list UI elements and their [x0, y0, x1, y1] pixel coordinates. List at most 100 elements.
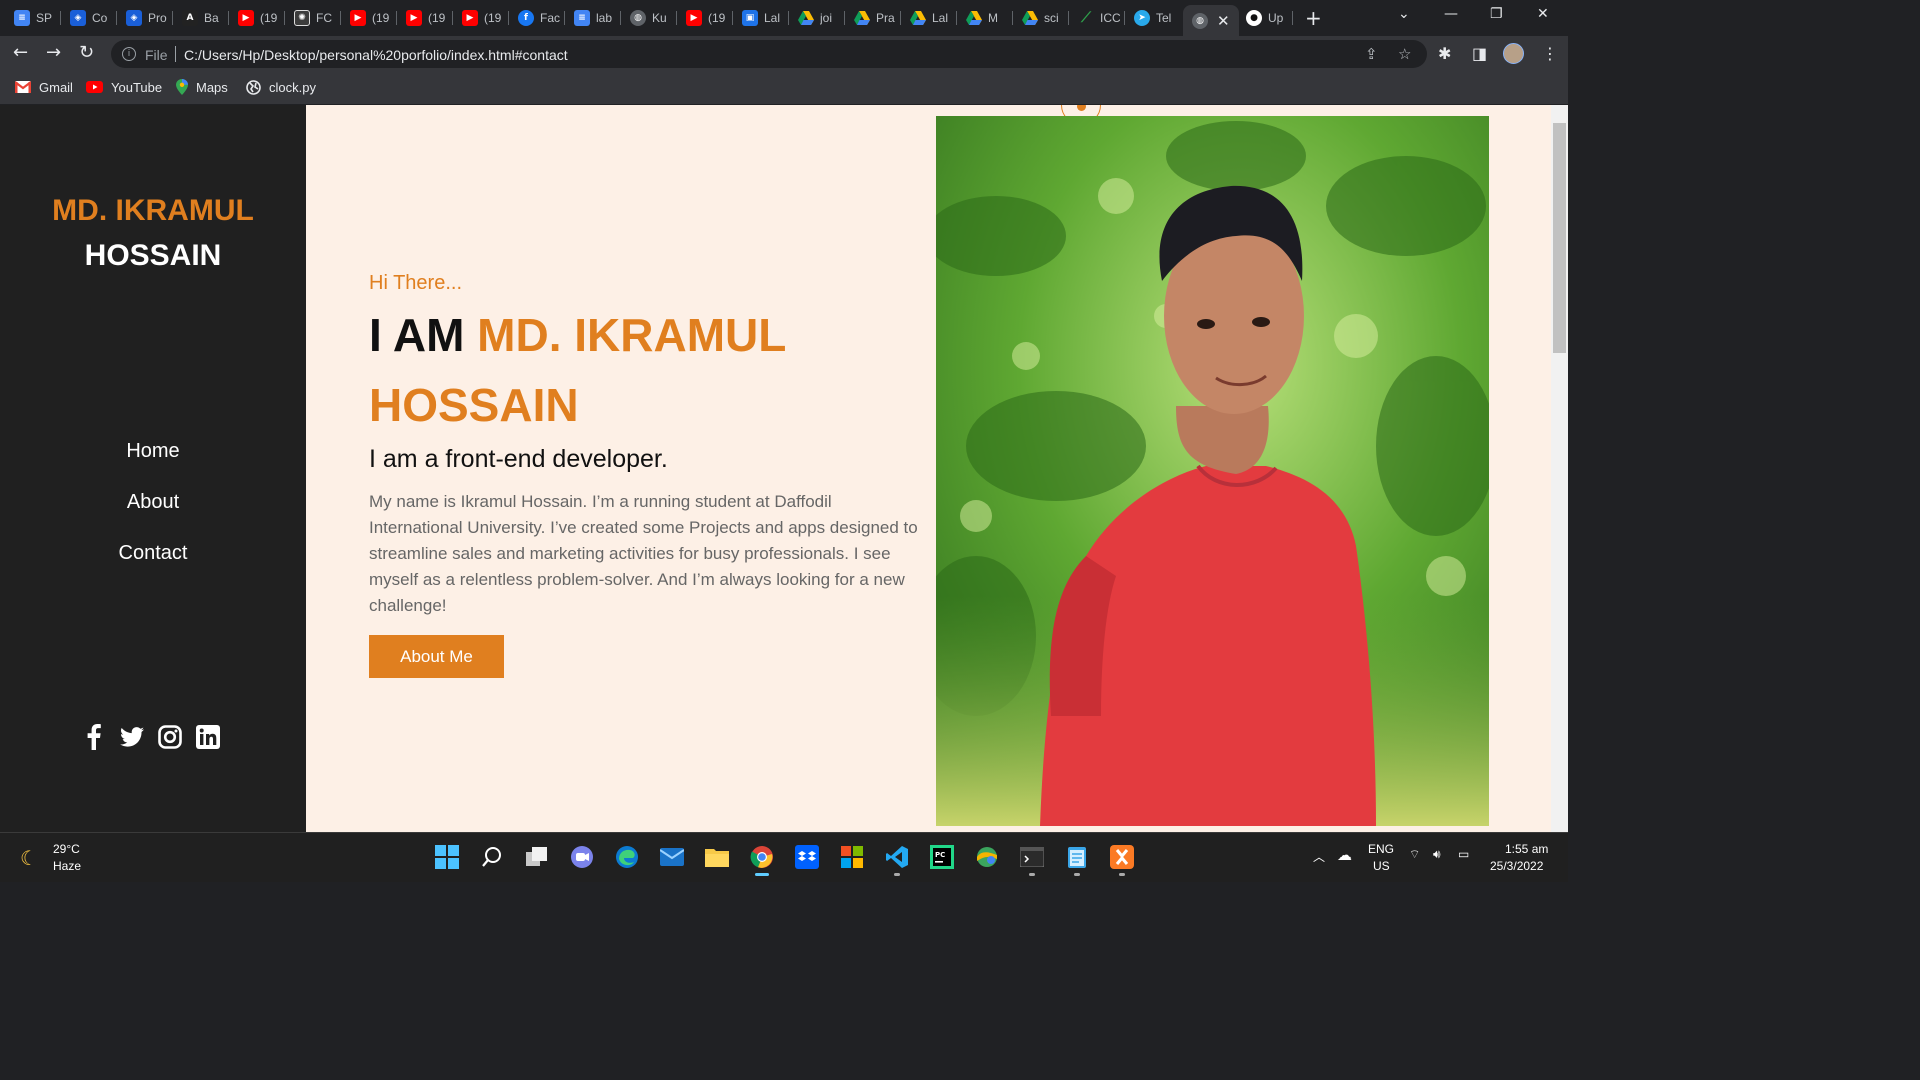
browser-tab[interactable]: ▣ Lal: [733, 5, 789, 31]
dropbox-icon[interactable]: [794, 844, 820, 870]
minimize-button[interactable]: —: [1444, 6, 1458, 22]
vscode-icon[interactable]: [884, 844, 910, 876]
browser-tab[interactable]: f Fac: [509, 5, 565, 31]
bio-paragraph: My name is Ikramul Hossain. I’m a runnin…: [369, 492, 918, 615]
browser-tab[interactable]: ● Up: [1237, 5, 1293, 31]
forward-button[interactable]: →: [46, 42, 61, 63]
headline-prefix: I AM: [369, 309, 478, 361]
page-scrollbar[interactable]: [1551, 105, 1568, 832]
bookmark-gmail[interactable]: Gmail: [15, 79, 73, 95]
battery-icon[interactable]: ▭: [1458, 847, 1469, 861]
menu-kebab-icon[interactable]: ⋮: [1542, 44, 1558, 63]
back-button[interactable]: ←: [13, 42, 28, 63]
browser-tab[interactable]: ▶ (19: [677, 5, 733, 31]
bookmark-youtube[interactable]: YouTube: [86, 79, 162, 95]
scrollbar-thumb[interactable]: [1553, 123, 1566, 353]
browser-tab[interactable]: ▶ (19: [397, 5, 453, 31]
youtube-icon: ▶: [238, 10, 254, 26]
nav-contact[interactable]: Contact: [0, 542, 306, 565]
xampp-icon[interactable]: [1109, 844, 1135, 876]
browser-tab[interactable]: ➤ Tel: [1125, 5, 1181, 31]
atcoder-icon: A: [182, 10, 198, 26]
browser-tab[interactable]: Pra: [845, 5, 901, 31]
close-window-button[interactable]: ✕: [1537, 6, 1549, 22]
profile-avatar[interactable]: [1503, 43, 1524, 64]
openai-icon: ✺: [294, 10, 310, 26]
language-secondary[interactable]: US: [1373, 859, 1390, 873]
edge-icon[interactable]: [614, 844, 640, 870]
browser-tab[interactable]: ✺ FC: [285, 5, 341, 31]
about-me-button[interactable]: About Me: [369, 635, 504, 678]
sidebar: MD. IKRAMUL HOSSAIN Home About Contact: [0, 105, 306, 832]
notepad-icon[interactable]: [1064, 844, 1090, 876]
windows-start-icon[interactable]: [434, 844, 460, 870]
telegram-icon: ➤: [1134, 10, 1150, 26]
search-icon[interactable]: [479, 844, 505, 870]
mail-icon[interactable]: [659, 844, 685, 870]
brand-last-name: HOSSAIN: [84, 239, 222, 272]
weather-condition: Haze: [53, 859, 82, 873]
github-icon: ●: [1246, 10, 1262, 26]
browser-tab-active[interactable]: ◍ ✕: [1183, 5, 1239, 36]
globe-icon: ◍: [630, 10, 646, 26]
browser-tab[interactable]: ▶ (19: [229, 5, 285, 31]
url-text[interactable]: C:/Users/Hp/Desktop/personal%20porfolio/…: [184, 47, 568, 63]
browser-tab[interactable]: sci: [1013, 5, 1069, 31]
clock-time[interactable]: 1:55 am: [1505, 842, 1548, 856]
photos-icon[interactable]: [974, 844, 1000, 870]
greeting-text: Hi There...: [369, 272, 462, 294]
url-divider: [175, 46, 176, 62]
browser-tab[interactable]: Lal: [901, 5, 957, 31]
twitter-icon[interactable]: [120, 724, 144, 750]
drive-icon: [910, 10, 926, 26]
browser-tab[interactable]: ◈ Co: [61, 5, 117, 31]
bookmark-label: YouTube: [111, 79, 163, 95]
terminal-icon[interactable]: [1019, 844, 1045, 876]
browser-tab[interactable]: ▶ (19: [453, 5, 509, 31]
browser-tab[interactable]: ≡ lab: [565, 5, 621, 31]
address-bar[interactable]: i File C:/Users/Hp/Desktop/personal%20po…: [111, 40, 1427, 68]
globe-icon: ◍: [1192, 12, 1208, 29]
chevron-up-icon[interactable]: ︿: [1313, 848, 1325, 865]
browser-tab[interactable]: ⟋ ICC: [1069, 5, 1125, 31]
new-tab-button[interactable]: +: [1305, 6, 1322, 30]
task-view-icon[interactable]: [524, 844, 550, 870]
volume-icon[interactable]: 🔊︎: [1433, 847, 1441, 862]
nav-about[interactable]: About: [0, 491, 306, 514]
clock-date[interactable]: 25/3/2022: [1490, 859, 1543, 873]
browser-tab[interactable]: M: [957, 5, 1013, 31]
side-panel-icon[interactable]: ◨: [1472, 44, 1487, 63]
browser-tab[interactable]: ◈ Pro: [117, 5, 173, 31]
onedrive-cloud-icon[interactable]: ☁: [1337, 846, 1352, 864]
youtube-icon: [86, 81, 103, 93]
tab-search-icon[interactable]: ⌄: [1398, 6, 1410, 22]
teams-chat-icon[interactable]: [569, 844, 595, 870]
bookmark-clock-py[interactable]: clock.py: [246, 79, 316, 95]
office-icon[interactable]: [839, 844, 865, 870]
moon-weather-icon[interactable]: ☾: [20, 846, 38, 870]
browser-tab[interactable]: ◍ Ku: [621, 5, 677, 31]
language-primary[interactable]: ENG: [1368, 842, 1394, 856]
facebook-icon[interactable]: [82, 724, 106, 750]
cricket-icon: ⟋: [1081, 10, 1091, 26]
close-tab-icon[interactable]: ✕: [1217, 12, 1230, 30]
instagram-icon[interactable]: [158, 724, 182, 750]
file-explorer-icon[interactable]: [704, 844, 730, 870]
chrome-icon[interactable]: [749, 844, 775, 876]
wifi-icon[interactable]: ⌔: [1409, 847, 1420, 862]
share-icon[interactable]: ⇪: [1365, 45, 1378, 63]
nav-home[interactable]: Home: [0, 440, 306, 463]
info-icon[interactable]: i: [122, 47, 136, 61]
browser-tab[interactable]: ▶ (19: [341, 5, 397, 31]
browser-tab[interactable]: ≡ SP: [5, 5, 61, 31]
bookmark-maps[interactable]: Maps: [176, 79, 228, 95]
reload-button[interactable]: ↻: [79, 42, 94, 63]
browser-tab[interactable]: joi: [789, 5, 845, 31]
bookmark-label: Gmail: [39, 79, 73, 95]
pycharm-icon[interactable]: PC: [929, 844, 955, 870]
extensions-icon[interactable]: ✱: [1438, 44, 1451, 63]
browser-tab[interactable]: A Ba: [173, 5, 229, 31]
bookmark-star-icon[interactable]: ☆: [1398, 45, 1411, 63]
restore-button[interactable]: ❐: [1490, 6, 1503, 22]
linkedin-icon[interactable]: [196, 724, 220, 750]
